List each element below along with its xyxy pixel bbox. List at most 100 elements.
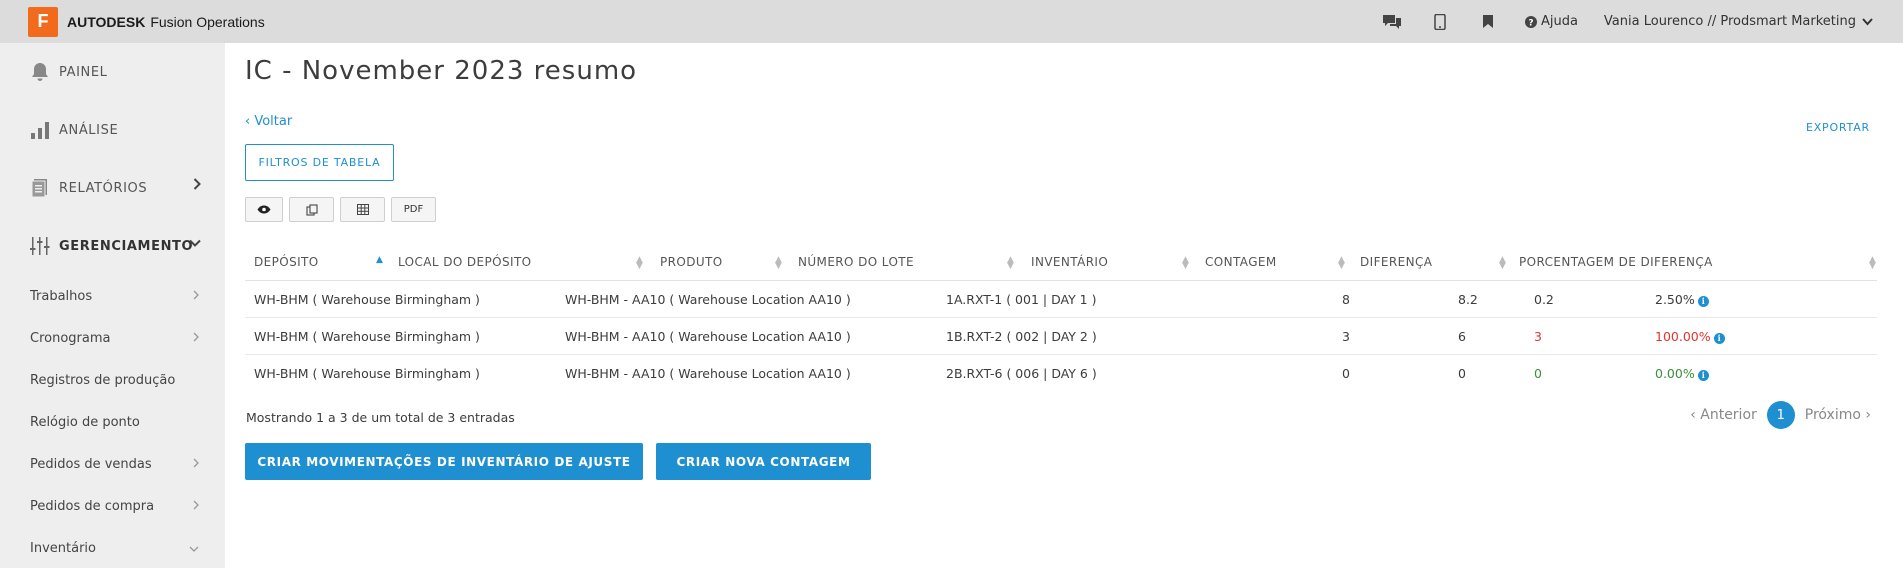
back-link[interactable]: ‹ Voltar [245, 114, 292, 129]
cell-porcentagem: 0.00% i [1655, 366, 1709, 381]
sidebar-item-gerenciamento[interactable]: GERENCIAMENTO [0, 217, 225, 275]
app-logo[interactable]: F AUTODESK Fusion Operations [28, 6, 265, 37]
col-header-diferenca[interactable]: DIFERENÇA [1360, 255, 1432, 269]
cell-contagem: 8.2 [1458, 292, 1478, 307]
col-header-porcentagem[interactable]: PORCENTAGEM DE DIFERENÇA [1519, 255, 1713, 269]
sort-icon[interactable]: ▲ ▼ [1182, 256, 1189, 271]
help-link[interactable]: ? Ajuda [1524, 14, 1578, 29]
sidebar-item-cronograma[interactable]: Cronograma [0, 317, 225, 359]
column-visibility-button[interactable] [245, 197, 283, 222]
create-new-count-button[interactable]: CRIAR NOVA CONTAGEM [656, 443, 871, 480]
excel-button[interactable] [340, 197, 385, 222]
cell-porcentagem: 2.50% i [1655, 292, 1709, 307]
sidebar-item-label: Cronograma [30, 330, 111, 346]
copy-button[interactable] [289, 197, 334, 222]
sidebar-item-pedidos-compra[interactable]: Pedidos de compra [0, 485, 225, 527]
bookmark-icon[interactable] [1477, 11, 1499, 33]
table-row: WH-BHM ( Warehouse Birmingham ) WH-BHM -… [245, 318, 1877, 355]
cell-local: WH-BHM - AA10 ( Warehouse Location AA10 … [565, 366, 851, 381]
export-link[interactable]: EXPORTAR [1806, 121, 1870, 134]
copy-icon [305, 203, 318, 216]
chevron-right-icon [193, 289, 199, 304]
top-bar: F AUTODESK Fusion Operations ? Ajuda Van… [0, 0, 1903, 43]
chat-icon[interactable] [1381, 11, 1403, 33]
sort-asc-icon[interactable]: ▲ [376, 256, 383, 265]
pagination: ‹ Anterior 1 Próximo › [1690, 401, 1871, 429]
table-header: DEPÓSITO ▲ LOCAL DO DEPÓSITO ▲ ▼ PRODUTO … [245, 245, 1877, 281]
percentage-value: 100.00% [1655, 329, 1711, 344]
cell-deposito: WH-BHM ( Warehouse Birmingham ) [254, 366, 480, 381]
sidebar-item-pedidos-vendas[interactable]: Pedidos de vendas [0, 443, 225, 485]
mobile-icon[interactable] [1429, 11, 1451, 33]
cell-contagem: 6 [1458, 329, 1466, 344]
sort-icon[interactable]: ▲ ▼ [1007, 256, 1014, 271]
sidebar-item-label: GERENCIAMENTO [59, 238, 194, 254]
table-tools: PDF [245, 197, 436, 222]
cell-diferenca: 0 [1534, 366, 1542, 381]
cell-contagem: 0 [1458, 366, 1466, 381]
cell-inventario: 3 [1342, 329, 1350, 344]
svg-text:?: ? [1528, 18, 1533, 28]
sidebar-item-registros[interactable]: Registros de produção [0, 359, 225, 401]
sidebar-item-label: Inventário [30, 540, 96, 556]
sidebar-item-relogio[interactable]: Relógio de ponto [0, 401, 225, 443]
cell-inventario: 8 [1342, 292, 1350, 307]
table-row: WH-BHM ( Warehouse Birmingham ) WH-BHM -… [245, 355, 1877, 392]
chevron-right-icon [193, 331, 199, 346]
chevron-right-icon [193, 178, 201, 194]
sidebar-item-inventario[interactable]: Inventário [0, 527, 225, 568]
eye-icon [257, 205, 271, 214]
sort-icon[interactable]: ▲ ▼ [1499, 256, 1506, 271]
create-adjustment-movements-button[interactable]: CRIAR MOVIMENTAÇÕES DE INVENTÁRIO DE AJU… [245, 443, 643, 480]
chevron-right-icon [193, 499, 199, 514]
sidebar-item-label: ANÁLISE [59, 122, 119, 138]
sort-icon[interactable]: ▲ ▼ [1869, 256, 1876, 271]
percentage-value: 0.00% [1655, 366, 1695, 381]
top-actions: ? Ajuda Vania Lourenco // Prodsmart Mark… [1381, 0, 1873, 43]
col-header-inventario[interactable]: INVENTÁRIO [1031, 255, 1108, 269]
percentage-value: 2.50% [1655, 292, 1695, 307]
sidebar-item-label: PAINEL [59, 64, 108, 80]
sidebar-item-trabalhos[interactable]: Trabalhos [0, 275, 225, 317]
info-icon[interactable]: i [1713, 332, 1725, 344]
sidebar-item-label: Pedidos de compra [30, 498, 155, 514]
info-icon[interactable]: i [1697, 295, 1709, 307]
sliders-icon [28, 234, 52, 258]
product-name: Fusion Operations [150, 13, 265, 30]
col-header-lote[interactable]: NÚMERO DO LOTE [798, 255, 914, 269]
page-title: IC - November 2023 resumo [245, 56, 638, 86]
sort-icon[interactable]: ▲ ▼ [1338, 256, 1345, 271]
table-filters-button[interactable]: FILTROS DE TABELA [245, 144, 394, 181]
col-header-produto[interactable]: PRODUTO [660, 255, 723, 269]
col-header-contagem[interactable]: CONTAGEM [1205, 255, 1277, 269]
page-1-button[interactable]: 1 [1766, 401, 1795, 429]
cell-deposito: WH-BHM ( Warehouse Birmingham ) [254, 292, 480, 307]
info-icon[interactable]: i [1697, 369, 1709, 381]
chevron-down-icon [1862, 17, 1873, 25]
col-header-local[interactable]: LOCAL DO DEPÓSITO [398, 255, 532, 269]
user-menu[interactable]: Vania Lourenco // Prodsmart Marketing [1604, 14, 1873, 29]
sidebar-item-analise[interactable]: ANÁLISE [0, 101, 225, 159]
cell-lote: 1B.RXT-2 ( 002 | DAY 2 ) [946, 329, 1097, 344]
fusion-logo-icon: F [28, 6, 58, 37]
sidebar-item-painel[interactable]: PAINEL [0, 43, 225, 101]
col-header-deposito[interactable]: DEPÓSITO [254, 255, 319, 269]
sidebar-item-label: Registros de produção [30, 372, 176, 388]
bar-chart-icon [28, 118, 52, 142]
sort-icon[interactable]: ▲ ▼ [636, 256, 643, 271]
cell-diferenca: 3 [1534, 329, 1542, 344]
sidebar-item-relatorios[interactable]: RELATÓRIOS [0, 159, 225, 217]
question-icon: ? [1524, 15, 1537, 28]
bell-icon [28, 60, 52, 84]
sidebar-item-label: Trabalhos [30, 288, 93, 304]
pdf-button[interactable]: PDF [391, 197, 436, 222]
prev-page-button[interactable]: ‹ Anterior [1690, 407, 1757, 423]
help-label: Ajuda [1540, 14, 1578, 29]
cell-diferenca: 0.2 [1534, 292, 1554, 307]
sort-icon[interactable]: ▲ ▼ [775, 256, 782, 271]
sidebar-item-label: Relógio de ponto [30, 414, 140, 430]
brand-name: AUTODESK [67, 13, 146, 30]
cell-lote: 1A.RXT-1 ( 001 | DAY 1 ) [946, 292, 1097, 307]
cell-local: WH-BHM - AA10 ( Warehouse Location AA10 … [565, 292, 851, 307]
next-page-button[interactable]: Próximo › [1805, 407, 1871, 423]
